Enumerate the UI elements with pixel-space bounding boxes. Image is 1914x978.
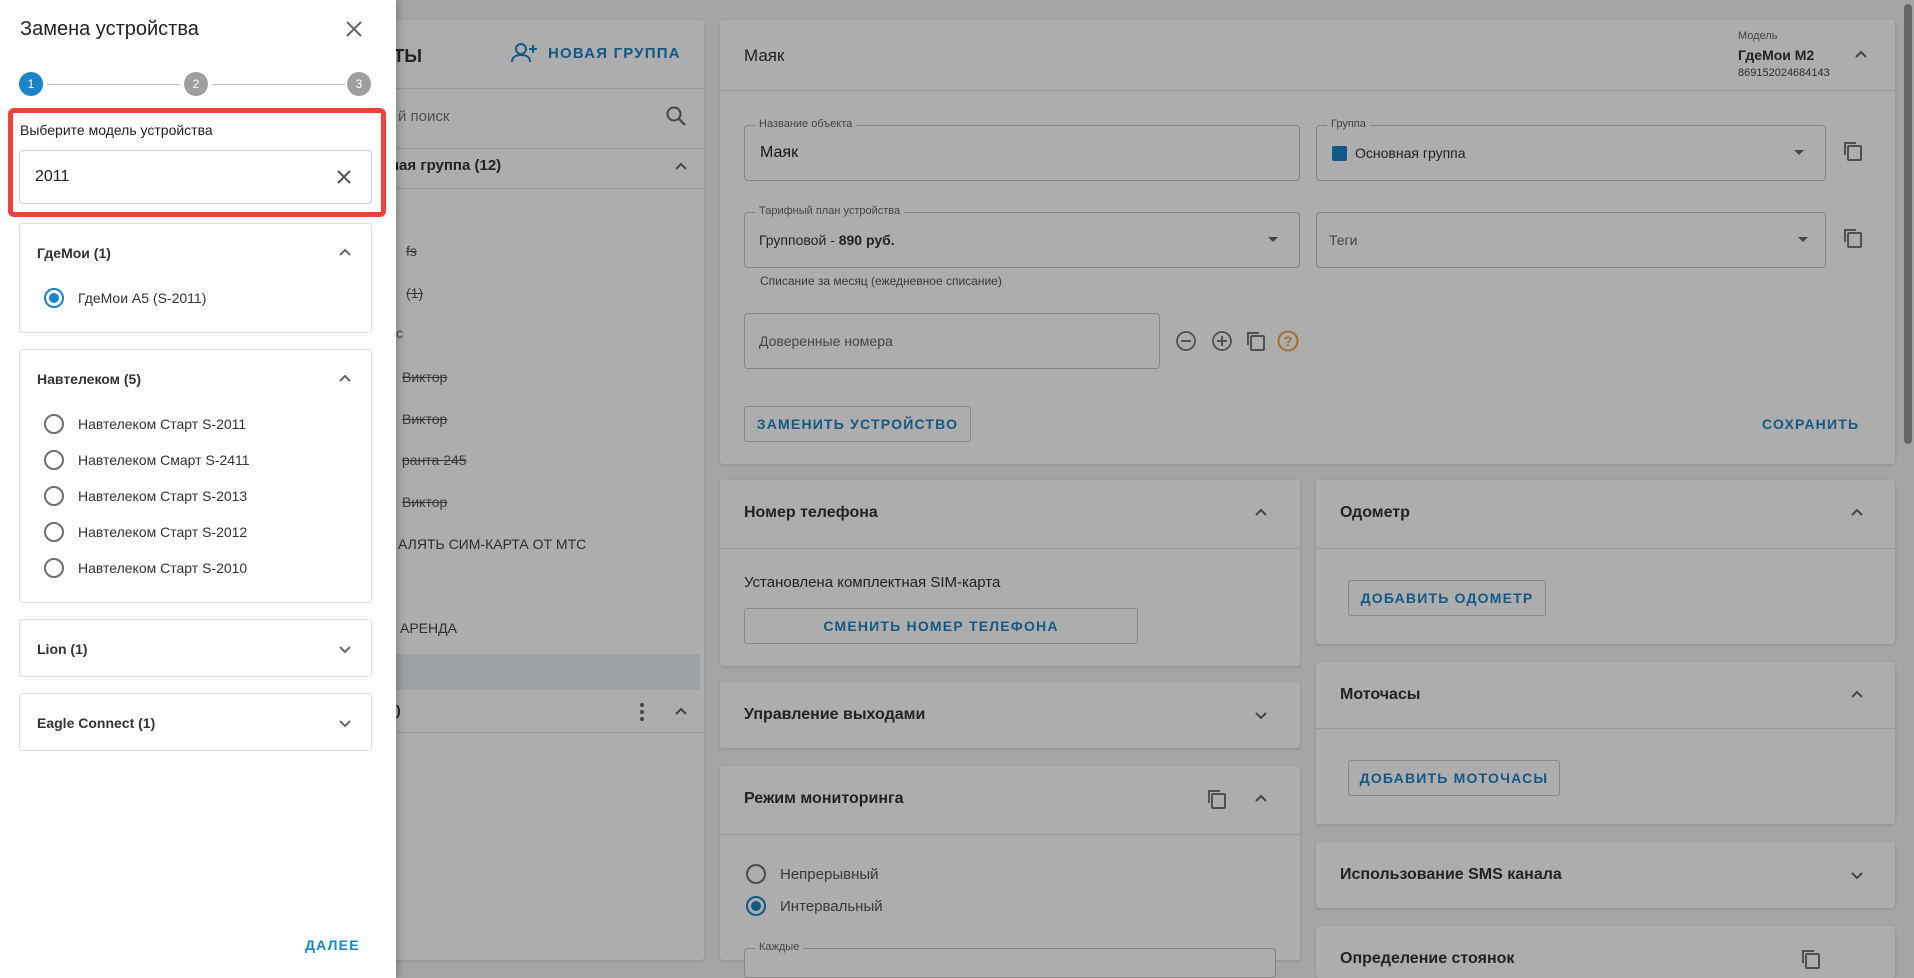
radio-button <box>44 486 64 506</box>
highlight-frame <box>8 108 386 217</box>
model-option-label: Навтелеком Старт S-2013 <box>78 488 248 504</box>
radio-button <box>44 414 64 434</box>
model-option-label: Навтелеком Старт S-2012 <box>78 524 248 540</box>
step-connector <box>212 84 345 85</box>
model-option[interactable]: Навтелеком Смарт S-2411 <box>44 448 250 472</box>
chevron-down-icon[interactable] <box>336 714 354 732</box>
step-1: 1 <box>19 72 43 96</box>
chevron-up-icon[interactable] <box>336 370 354 388</box>
model-option[interactable]: Навтелеком Старт S-2010 <box>44 556 247 580</box>
radio-button <box>44 522 64 542</box>
model-group-title[interactable]: Навтелеком (5) <box>37 371 141 387</box>
next-button[interactable]: ДАЛЕЕ <box>305 937 360 953</box>
radio-button-selected <box>44 288 64 308</box>
radio-button <box>44 558 64 578</box>
model-option-label: Навтелеком Старт S-2011 <box>78 416 247 432</box>
model-group-gdemoi: ГдеМои (1) ГдеМои А5 (S-2011) <box>19 223 372 333</box>
drawer-title: Замена устройства <box>20 18 199 40</box>
model-option-label: ГдеМои А5 (S-2011) <box>78 290 207 306</box>
step-3: 3 <box>347 72 371 96</box>
close-icon[interactable] <box>345 20 363 38</box>
model-option-label: Навтелеком Старт S-2010 <box>78 560 248 576</box>
step-2: 2 <box>184 72 208 96</box>
model-group-title: Lion (1) <box>37 641 88 657</box>
model-option[interactable]: Навтелеком Старт S-2012 <box>44 520 247 544</box>
model-group-lion[interactable]: Lion (1) <box>19 619 372 677</box>
model-option[interactable]: Навтелеком Старт S-2013 <box>44 484 247 508</box>
replace-device-drawer: Замена устройства 1 2 3 Выберите модель … <box>0 0 396 978</box>
model-group-eagle-connect[interactable]: Eagle Connect (1) <box>19 693 372 751</box>
model-group-title: Eagle Connect (1) <box>37 715 156 731</box>
model-option[interactable]: Навтелеком Старт S-2011 <box>44 412 246 436</box>
step-connector <box>47 84 180 85</box>
radio-button <box>44 450 64 470</box>
model-group-navtelecom: Навтелеком (5) Навтелеком Старт S-2011 Н… <box>19 349 372 603</box>
chevron-down-icon[interactable] <box>336 640 354 658</box>
chevron-up-icon[interactable] <box>336 244 354 262</box>
model-option-label: Навтелеком Смарт S-2411 <box>78 452 250 468</box>
model-option[interactable]: ГдеМои А5 (S-2011) <box>44 286 206 310</box>
model-group-title[interactable]: ГдеМои (1) <box>37 245 111 261</box>
